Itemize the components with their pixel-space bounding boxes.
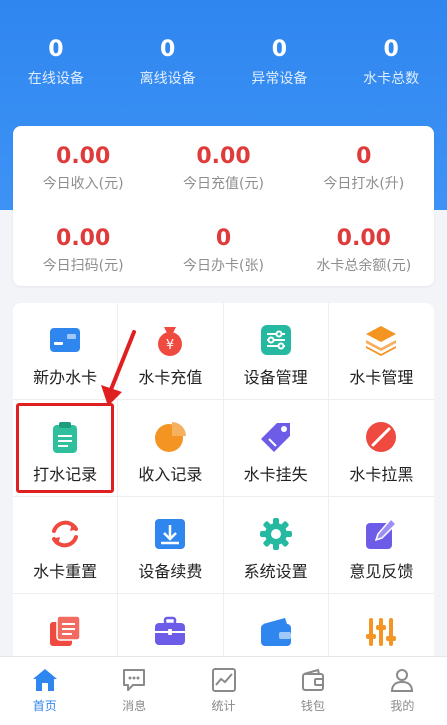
stat-label: 异常设备: [251, 71, 308, 87]
menu-card-reset[interactable]: 水卡重置: [13, 497, 119, 594]
tab-label: 钱包: [300, 699, 325, 713]
edit-icon: [364, 517, 398, 551]
stat-value: 0.00: [196, 144, 251, 169]
menu-item-wallet[interactable]: [224, 594, 329, 663]
menu-water-records[interactable]: 打水记录: [13, 400, 119, 497]
download-icon: [153, 517, 187, 551]
gear-icon: [259, 517, 293, 551]
tab-profile[interactable]: 我的: [358, 657, 447, 725]
menu-device-management[interactable]: 设备管理: [223, 303, 329, 400]
equalizer-icon: [364, 614, 398, 648]
stat-value: 0: [215, 226, 232, 251]
menu-label: 意见反馈: [349, 562, 414, 581]
stat-value: 0: [271, 37, 288, 62]
tab-wallet[interactable]: 钱包: [268, 657, 357, 725]
stat-label: 今日扫码(元): [42, 258, 124, 274]
menu-label: 水卡挂失: [243, 465, 308, 484]
menu-label: 系统设置: [243, 562, 308, 581]
stat-today-water: 0 今日打水(升): [294, 132, 434, 208]
stat-value: 0: [356, 144, 372, 169]
stat-abnormal-devices[interactable]: 0 异常设备: [224, 36, 336, 96]
wallet-icon: [259, 614, 293, 648]
tab-messages[interactable]: 消息: [89, 657, 178, 725]
chart-icon: [211, 668, 236, 692]
briefcase-icon: [153, 614, 187, 648]
menu-feedback[interactable]: 意见反馈: [328, 497, 434, 594]
highlight-box: [16, 403, 114, 493]
refresh-icon: [48, 517, 82, 551]
new-card-icon: [48, 323, 82, 357]
menu-item-briefcase[interactable]: [118, 594, 224, 663]
stat-label: 水卡总余额(元): [316, 258, 412, 274]
stat-offline-devices[interactable]: 0 离线设备: [112, 36, 224, 96]
menu-income-records[interactable]: 收入记录: [118, 400, 224, 497]
menu-label: 设备续费: [138, 562, 203, 581]
menu-label: 水卡充值: [138, 368, 203, 387]
stat-value: 0: [383, 37, 399, 62]
stat-label: 今日办卡(张): [183, 258, 264, 274]
stat-value: 0: [159, 37, 176, 62]
stat-today-recharge: 0.00 今日充值(元): [153, 132, 293, 208]
stat-value: 0: [48, 37, 64, 62]
tab-home[interactable]: 首页: [0, 657, 89, 725]
menu-item-equalizer[interactable]: [329, 594, 434, 663]
stat-value: 0.00: [336, 226, 391, 251]
menu-label: 水卡重置: [33, 562, 98, 581]
pie-chart-icon: [153, 420, 187, 454]
today-stats-card: 0.00 今日收入(元) 0.00 今日充值(元) 0 今日打水(升) 0.00…: [13, 126, 434, 286]
arrow-annotation: [101, 330, 136, 406]
stat-label: 离线设备: [139, 71, 196, 87]
home-icon: [32, 669, 57, 691]
menu-label: 新办水卡: [33, 368, 98, 387]
tab-statistics[interactable]: 统计: [179, 657, 268, 725]
sliders-icon: [259, 323, 293, 357]
stat-label: 今日打水(升): [323, 176, 405, 192]
message-icon: [123, 669, 146, 691]
stat-label: 水卡总数: [363, 71, 420, 87]
svg-text:¥: ¥: [166, 338, 174, 353]
tab-label: 统计: [211, 699, 236, 713]
menu-label: 水卡管理: [349, 368, 414, 387]
tab-label: 我的: [390, 699, 415, 713]
tab-label: 消息: [122, 699, 147, 713]
menu-system-settings[interactable]: 系统设置: [223, 497, 329, 594]
menu-item-list[interactable]: [13, 594, 119, 663]
stat-label: 今日充值(元): [183, 176, 264, 192]
layers-icon: [364, 323, 398, 357]
device-stats: 0 在线设备 0 离线设备 0 异常设备 0 水卡总数: [0, 36, 447, 96]
wallet-icon: [301, 668, 324, 691]
menu-label: 收入记录: [138, 465, 203, 484]
block-icon: [364, 420, 398, 454]
bottom-tab-bar: 首页 消息 统计 钱包 我的: [0, 656, 447, 725]
stat-label: 在线设备: [27, 71, 84, 87]
stat-today-income: 0.00 今日收入(元): [13, 132, 153, 208]
tab-label: 首页: [32, 699, 57, 713]
stat-label: 今日收入(元): [42, 176, 124, 192]
menu-card-blacklist[interactable]: 水卡拉黑: [328, 400, 434, 497]
user-icon: [391, 669, 414, 692]
menu-device-renewal[interactable]: 设备续费: [118, 497, 224, 594]
menu-card-management[interactable]: 水卡管理: [328, 303, 434, 400]
menu-label: 水卡拉黑: [349, 465, 414, 484]
function-menu-grid: 新办水卡 ¥ 水卡充值 设备管理 水卡管理 打水记录 收入记录 水卡挂失 水卡拉…: [13, 303, 434, 663]
stat-card-balance: 0.00 水卡总余额(元): [294, 214, 434, 290]
menu-card-report-loss[interactable]: 水卡挂失: [223, 400, 329, 497]
stat-value: 0.00: [56, 144, 111, 169]
stat-today-new-cards: 0 今日办卡(张): [153, 214, 293, 290]
stat-online-devices[interactable]: 0 在线设备: [0, 36, 112, 96]
stat-total-cards[interactable]: 0 水卡总数: [335, 36, 447, 96]
stat-value: 0.00: [56, 226, 111, 251]
menu-label: 设备管理: [243, 368, 308, 387]
tag-icon: [259, 420, 293, 454]
money-bag-icon: ¥: [153, 323, 187, 357]
list-icon: [48, 614, 82, 648]
stat-today-scan: 0.00 今日扫码(元): [13, 214, 153, 290]
